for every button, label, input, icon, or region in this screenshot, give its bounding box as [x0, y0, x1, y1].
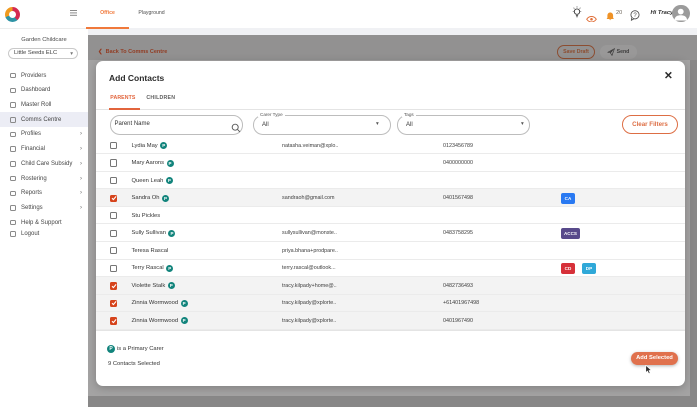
svg-text:?: ? — [633, 13, 637, 19]
